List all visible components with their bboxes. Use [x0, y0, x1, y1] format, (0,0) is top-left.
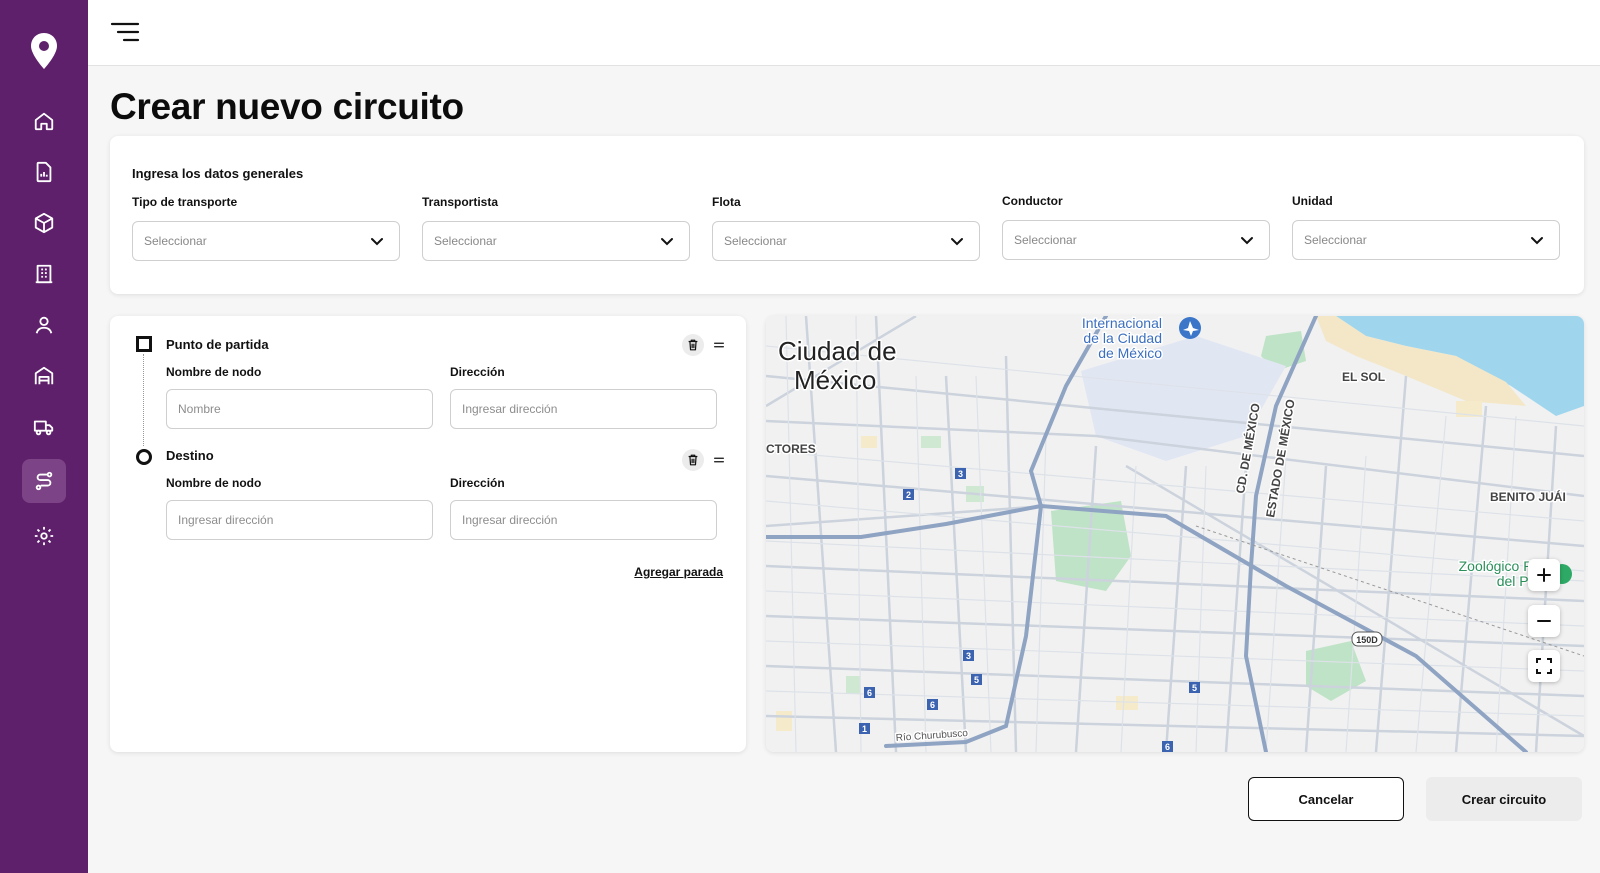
- field-label: Transportista: [422, 195, 499, 209]
- metro-badge: 5: [1192, 683, 1197, 693]
- metro-badge: 3: [958, 469, 963, 479]
- chevron-down-icon: [371, 238, 383, 246]
- sidebar-item-buildings[interactable]: [22, 252, 66, 296]
- location-pin-logo-icon[interactable]: [28, 32, 60, 70]
- destination-node-name-input[interactable]: [166, 500, 433, 540]
- trash-icon: [688, 454, 698, 466]
- trash-icon: [688, 339, 698, 351]
- package-icon: [34, 212, 54, 234]
- address-label: Dirección: [450, 365, 505, 379]
- node-name-label: Nombre de nodo: [166, 476, 262, 490]
- transport-type-field: Tipo de transporte Seleccionar: [132, 195, 400, 261]
- highway-shield-label: 150D: [1356, 635, 1378, 645]
- gear-icon: [34, 526, 54, 546]
- user-icon: [35, 316, 53, 334]
- map-canvas[interactable]: 3 2 3 5 6 6 1 5 6 150D Ciudad de México …: [766, 316, 1584, 752]
- fleet-select[interactable]: Seleccionar: [712, 221, 980, 261]
- destination-address-input[interactable]: [450, 500, 717, 540]
- start-address-input[interactable]: [450, 389, 717, 429]
- drag-handle-icon[interactable]: [708, 449, 730, 471]
- sidebar-item-warehouse[interactable]: [22, 354, 66, 398]
- zoom-out-button[interactable]: [1528, 605, 1560, 637]
- add-stop-link[interactable]: Agregar parada: [634, 565, 723, 579]
- field-label: Flota: [712, 195, 741, 209]
- route-icon: [35, 471, 53, 491]
- map-airport-label: de México: [1098, 345, 1162, 361]
- field-label: Conductor: [1002, 194, 1063, 208]
- metro-badge: 2: [906, 490, 911, 500]
- select-placeholder: Seleccionar: [434, 234, 497, 248]
- map-airport-label: de la Ciudad: [1083, 330, 1162, 346]
- fullscreen-icon: [1536, 658, 1552, 674]
- select-placeholder: Seleccionar: [724, 234, 787, 248]
- carrier-field: Transportista Seleccionar: [422, 195, 690, 261]
- create-circuit-button[interactable]: Crear circuito: [1426, 777, 1582, 821]
- map-neighborhood-label: BENITO JUÁI: [1490, 489, 1566, 504]
- fullscreen-button[interactable]: [1528, 650, 1560, 682]
- select-placeholder: Seleccionar: [1304, 233, 1367, 247]
- select-placeholder: Seleccionar: [144, 234, 207, 248]
- sidebar-item-home[interactable]: [22, 99, 66, 143]
- route-stops-card: Punto de partida Nombre de nodo Direcció…: [110, 316, 746, 752]
- map-neighborhood-label: CTORES: [766, 442, 816, 456]
- cancel-button[interactable]: Cancelar: [1248, 777, 1404, 821]
- delivery-truck-icon: [33, 420, 54, 436]
- sidebar-item-routes[interactable]: [22, 459, 66, 503]
- plus-icon: [1537, 568, 1551, 582]
- chevron-down-icon: [1241, 237, 1253, 245]
- delete-stop-button[interactable]: [682, 334, 704, 356]
- top-bar: [88, 0, 1600, 66]
- section-title: Ingresa los datos generales: [132, 166, 304, 181]
- route-connector-line: [143, 354, 144, 446]
- map-neighborhood-label: EL SOL: [1342, 370, 1385, 384]
- stop-title-start: Punto de partida: [166, 337, 269, 352]
- warehouse-icon: [34, 366, 54, 385]
- sidebar-item-fleet[interactable]: [22, 405, 66, 449]
- metro-badge: 6: [867, 688, 872, 698]
- driver-select[interactable]: Seleccionar: [1002, 220, 1270, 260]
- sidebar-item-settings[interactable]: [22, 514, 66, 558]
- sidebar-item-reports[interactable]: [22, 150, 66, 194]
- carrier-select[interactable]: Seleccionar: [422, 221, 690, 261]
- start-node-name-input[interactable]: [166, 389, 433, 429]
- sidebar-item-packages[interactable]: [22, 201, 66, 245]
- select-placeholder: Seleccionar: [1014, 233, 1077, 247]
- node-name-label: Nombre de nodo: [166, 365, 262, 379]
- transport-type-select[interactable]: Seleccionar: [132, 221, 400, 261]
- metro-badge: 6: [930, 700, 935, 710]
- fleet-field: Flota Seleccionar: [712, 195, 980, 261]
- home-icon: [34, 112, 54, 131]
- metro-badge: 1: [862, 724, 867, 734]
- sidebar: [0, 0, 88, 873]
- general-data-card: Ingresa los datos generales Tipo de tran…: [110, 136, 1584, 294]
- start-point-marker-icon: [136, 336, 152, 352]
- field-label: Unidad: [1292, 194, 1333, 208]
- stop-title-destination: Destino: [166, 448, 214, 463]
- chevron-down-icon: [661, 238, 673, 246]
- menu-toggle-icon[interactable]: [110, 19, 140, 45]
- sidebar-item-users[interactable]: [22, 303, 66, 347]
- map-city-label: Ciudad de: [778, 336, 897, 366]
- map-airport-label: Internacional: [1082, 316, 1162, 331]
- address-label: Dirección: [450, 476, 505, 490]
- driver-field: Conductor Seleccionar: [1002, 194, 1270, 260]
- chevron-down-icon: [951, 238, 963, 246]
- minus-icon: [1537, 620, 1551, 622]
- field-label: Tipo de transporte: [132, 195, 238, 209]
- map-view[interactable]: 3 2 3 5 6 6 1 5 6 150D Ciudad de México …: [766, 316, 1584, 752]
- page-title: Crear nuevo circuito: [110, 86, 464, 127]
- drag-handle-icon[interactable]: [708, 334, 730, 356]
- unit-field: Unidad Seleccionar: [1292, 194, 1560, 260]
- metro-badge: 6: [1165, 742, 1170, 752]
- unit-select[interactable]: Seleccionar: [1292, 220, 1560, 260]
- report-document-icon: [36, 161, 52, 183]
- destination-marker-icon: [136, 449, 152, 465]
- zoom-in-button[interactable]: [1528, 559, 1560, 591]
- chevron-down-icon: [1531, 237, 1543, 245]
- metro-badge: 5: [974, 675, 979, 685]
- building-icon: [35, 264, 53, 284]
- map-city-label: México: [794, 365, 876, 395]
- delete-stop-button[interactable]: [682, 449, 704, 471]
- metro-badge: 3: [966, 651, 971, 661]
